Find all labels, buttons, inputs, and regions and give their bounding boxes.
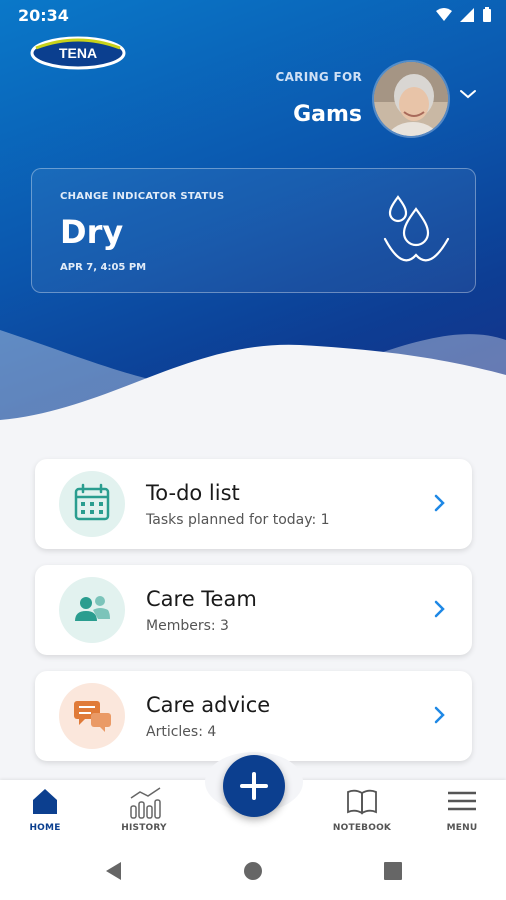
nav-home-label: HOME xyxy=(29,823,61,833)
caring-for-name[interactable]: Gams xyxy=(240,102,362,127)
nav-menu[interactable]: MENU xyxy=(422,780,502,840)
book-icon xyxy=(347,789,377,815)
battery-icon xyxy=(483,7,491,22)
care-advice-card[interactable]: Care advice Articles: 4 xyxy=(35,671,472,761)
nav-menu-label: MENU xyxy=(446,823,478,833)
card-subtitle: Members: 3 xyxy=(146,618,229,634)
signal-icon xyxy=(460,8,474,22)
home-circle-icon[interactable] xyxy=(243,861,263,881)
card-title: Care advice xyxy=(146,693,271,717)
nav-history[interactable]: HISTORY xyxy=(104,780,184,840)
nav-notebook[interactable]: NOTEBOOK xyxy=(322,780,402,840)
chevron-right-icon xyxy=(434,494,445,512)
droplet-icon xyxy=(383,195,450,262)
hamburger-menu-icon xyxy=(448,791,476,811)
tena-logo[interactable]: TENA xyxy=(30,36,126,70)
wifi-icon xyxy=(436,8,452,21)
card-title: To-do list xyxy=(146,481,240,505)
change-indicator-card[interactable]: CHANGE INDICATOR STATUS Dry APR 7, 4:05 … xyxy=(31,168,476,293)
chevron-right-icon xyxy=(434,600,445,618)
nav-notebook-label: NOTEBOOK xyxy=(332,823,392,833)
recents-icon[interactable] xyxy=(383,861,403,881)
chevron-down-icon[interactable] xyxy=(458,88,478,100)
calendar-icon xyxy=(59,471,125,537)
todo-list-card[interactable]: To-do list Tasks planned for today: 1 xyxy=(35,459,472,549)
indicator-label: CHANGE INDICATOR STATUS xyxy=(60,191,225,202)
people-icon xyxy=(59,577,125,643)
card-title: Care Team xyxy=(146,587,257,611)
caring-for-label: CARING FOR xyxy=(275,70,362,84)
logo-text: TENA xyxy=(59,45,97,61)
plus-icon xyxy=(240,772,268,800)
chat-icon xyxy=(59,683,125,749)
avatar[interactable] xyxy=(372,60,450,138)
indicator-timestamp: APR 7, 4:05 PM xyxy=(60,262,147,273)
nav-home[interactable]: HOME xyxy=(5,780,85,840)
status-bar: 20:34 xyxy=(0,0,506,32)
home-icon xyxy=(33,789,57,814)
chevron-right-icon xyxy=(434,706,445,724)
wave-decoration xyxy=(0,330,506,430)
history-icon xyxy=(130,787,161,819)
card-subtitle: Tasks planned for today: 1 xyxy=(146,512,330,528)
nav-history-label: HISTORY xyxy=(121,823,167,833)
back-icon[interactable] xyxy=(103,860,123,882)
clock: 20:34 xyxy=(18,6,69,25)
care-team-card[interactable]: Care Team Members: 3 xyxy=(35,565,472,655)
card-subtitle: Articles: 4 xyxy=(146,724,217,740)
indicator-value: Dry xyxy=(60,213,124,251)
system-navigation-bar xyxy=(0,840,506,900)
add-button[interactable] xyxy=(223,755,285,817)
